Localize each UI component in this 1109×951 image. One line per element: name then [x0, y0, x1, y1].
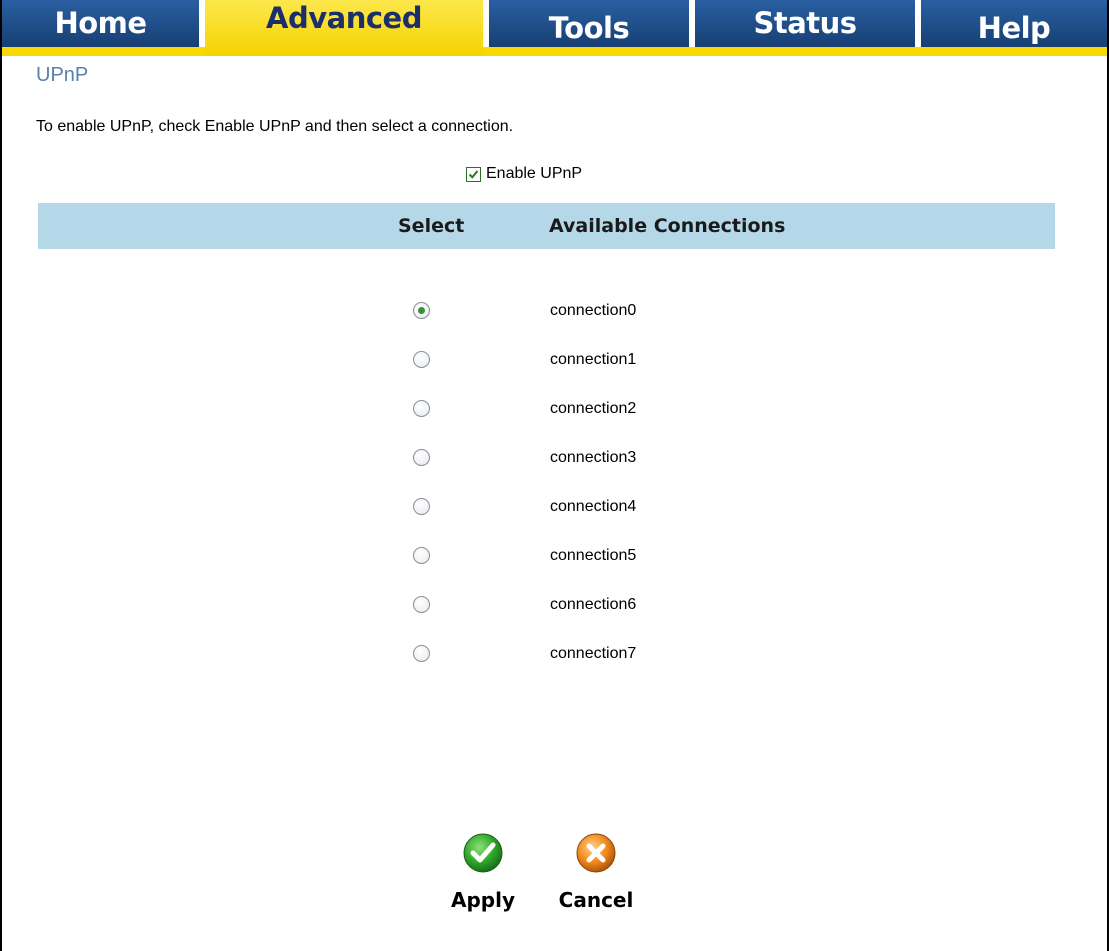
connection-row: connection6	[0, 585, 1109, 625]
connection-radio[interactable]	[413, 498, 430, 515]
tab-home-label: Home	[54, 6, 147, 40]
tab-help-label: Help	[977, 11, 1051, 45]
connection-radio[interactable]	[413, 400, 430, 417]
connection-label: connection1	[550, 351, 637, 368]
enable-upnp-checkbox[interactable]	[466, 166, 481, 182]
connection-label: connection3	[550, 449, 637, 466]
page-frame: Home Advanced Tools Status Help UPnP To …	[0, 0, 1109, 951]
connection-label: connection5	[550, 547, 637, 564]
connection-label: connection7	[550, 645, 637, 662]
apply-label: Apply	[450, 888, 515, 912]
select-column-header: Select	[398, 215, 465, 237]
connection-row: connection0	[0, 291, 1109, 331]
connection-radio[interactable]	[413, 547, 430, 564]
apply-button[interactable]: Apply	[438, 832, 528, 912]
connection-radio[interactable]	[413, 302, 430, 319]
page-title: UPnP	[36, 64, 89, 86]
tab-tools-label: Tools	[548, 11, 630, 45]
connection-row: connection2	[0, 389, 1109, 429]
connection-label: connection2	[550, 400, 637, 417]
connection-label: connection4	[550, 498, 637, 515]
checkmark-icon	[462, 832, 504, 874]
tab-status[interactable]: Status	[695, 0, 915, 47]
cancel-button[interactable]: Cancel	[551, 832, 641, 912]
connection-label: connection0	[550, 302, 637, 319]
connection-row: connection7	[0, 634, 1109, 674]
top-nav: Home Advanced Tools Status Help	[2, 0, 1107, 56]
connection-row: connection5	[0, 536, 1109, 576]
connection-row: connection3	[0, 438, 1109, 478]
enable-upnp-row: Enable UPnP	[466, 163, 582, 185]
tab-home[interactable]: Home	[2, 0, 199, 47]
connection-radio[interactable]	[413, 645, 430, 662]
instructions-text: To enable UPnP, check Enable UPnP and th…	[36, 118, 514, 135]
connection-row: connection4	[0, 487, 1109, 527]
tab-help[interactable]: Help	[921, 0, 1107, 47]
connections-table-header: Select Available Connections	[38, 203, 1055, 249]
tab-advanced[interactable]: Advanced	[205, 0, 483, 56]
connection-radio[interactable]	[413, 351, 430, 368]
cancel-label: Cancel	[558, 888, 634, 912]
tab-status-label: Status	[753, 6, 857, 40]
tab-advanced-label: Advanced	[266, 1, 422, 35]
connection-radio[interactable]	[413, 596, 430, 613]
connection-radio[interactable]	[413, 449, 430, 466]
connection-label: connection6	[550, 596, 637, 613]
x-icon	[575, 832, 617, 874]
nav-underline	[2, 47, 1107, 56]
tab-tools[interactable]: Tools	[489, 0, 689, 47]
checkmark-icon	[468, 169, 479, 179]
connection-row: connection1	[0, 340, 1109, 380]
connections-column-header: Available Connections	[549, 215, 786, 237]
enable-upnp-label: Enable UPnP	[486, 165, 583, 182]
